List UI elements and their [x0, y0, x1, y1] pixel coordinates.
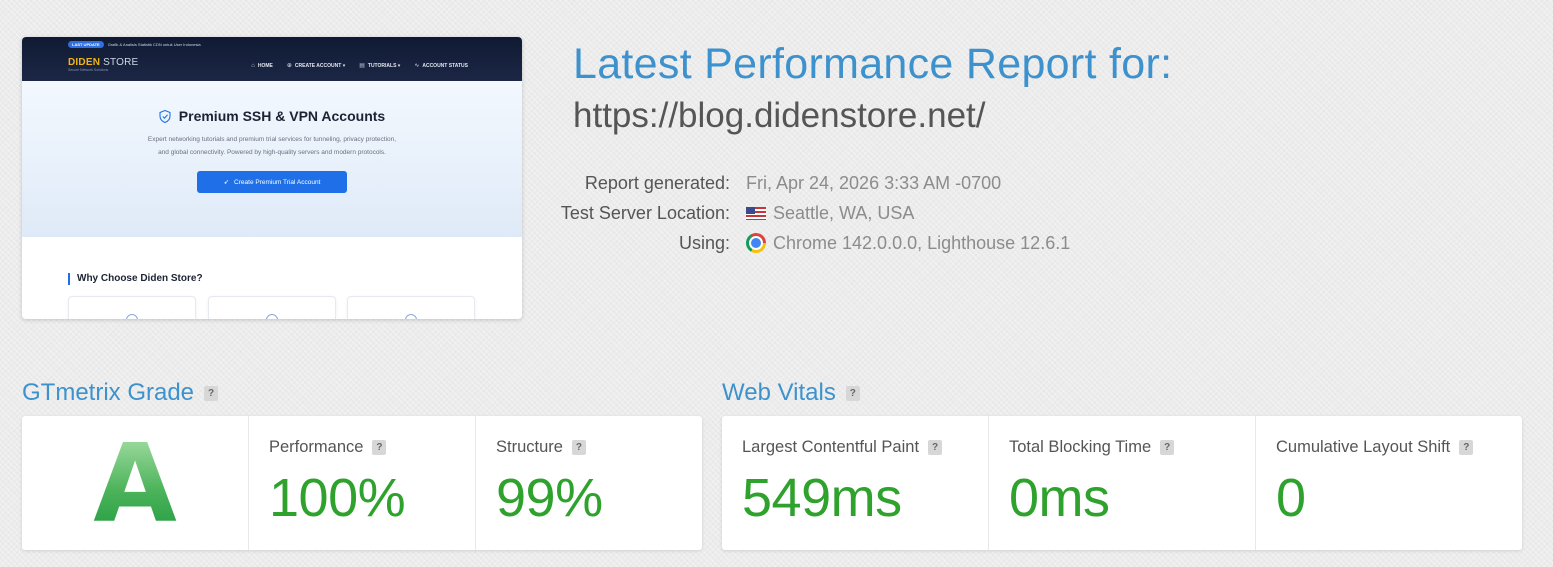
- plus-circle-icon: ⊕: [286, 63, 292, 69]
- site-screenshot: LAST UPDATE Grafik & Analisis Statistik …: [22, 37, 522, 319]
- meta-label: Report generated:: [584, 172, 730, 193]
- nav-item-account-status: ∿ ACCOUNT STATUS: [414, 62, 468, 70]
- tbt-value: 0ms: [1009, 468, 1110, 528]
- site-logo: DIDEN STORE Secure Network Solutions: [68, 57, 138, 72]
- generated-value: Fri, Apr 24, 2026 3:33 AM -0700: [746, 172, 1002, 193]
- meta-label: Using:: [678, 232, 730, 253]
- us-flag-icon: [746, 206, 766, 220]
- help-icon[interactable]: ?: [571, 440, 586, 455]
- feature-icon: [266, 314, 278, 319]
- meta-test-location: Test Server Location: Seattle, WA, USA: [560, 202, 914, 224]
- using-value: Chrome 142.0.0.0, Lighthouse 12.6.1: [773, 232, 1071, 253]
- report-url[interactable]: https://blog.didenstore.net/: [573, 96, 986, 136]
- performance-label: Performance ?: [269, 438, 387, 457]
- structure-cell: Structure ? 99%: [476, 416, 702, 550]
- feature-icon: [405, 314, 417, 319]
- help-icon[interactable]: ?: [928, 440, 943, 455]
- hero-description: Expert networking tutorials and premium …: [147, 136, 397, 156]
- why-choose-heading: Why Choose Diden Store?: [68, 273, 203, 285]
- grade-letter: A: [93, 422, 177, 547]
- metric-label-text: Cumulative Layout Shift: [1276, 438, 1451, 456]
- lcp-label: Largest Contentful Paint ?: [742, 438, 943, 457]
- section-title-text: Web Vitals: [722, 379, 836, 406]
- cls-label: Cumulative Layout Shift ?: [1276, 438, 1474, 457]
- hero-title: Premium SSH & VPN Accounts: [22, 108, 522, 124]
- web-vitals-heading: Web Vitals ?: [722, 379, 860, 407]
- location-value: Seattle, WA, USA: [773, 202, 915, 223]
- nav-label: CREATE ACCOUNT ▾: [294, 62, 346, 69]
- logo-main: DIDEN: [68, 57, 101, 68]
- meta-value: Chrome 142.0.0.0, Lighthouse 12.6.1: [746, 233, 1070, 254]
- help-icon[interactable]: ?: [372, 440, 387, 455]
- help-icon[interactable]: ?: [845, 385, 860, 401]
- lcp-value: 549ms: [742, 468, 902, 528]
- meta-using: Using: Chrome 142.0.0.0, Lighthouse 12.6…: [560, 232, 1070, 254]
- feature-card: [68, 296, 196, 319]
- book-icon: ▤: [359, 63, 365, 69]
- hero-title-text: Premium SSH & VPN Accounts: [178, 108, 386, 124]
- meta-label: Test Server Location:: [560, 202, 730, 223]
- help-icon[interactable]: ?: [1459, 440, 1474, 455]
- help-icon[interactable]: ?: [1160, 440, 1175, 455]
- metric-label-text: Total Blocking Time: [1009, 438, 1152, 456]
- structure-value: 99%: [496, 468, 603, 528]
- meta-value: Seattle, WA, USA: [746, 203, 914, 224]
- logo-subtitle: Secure Network Solutions: [68, 68, 109, 72]
- metric-label-text: Structure: [496, 438, 563, 456]
- create-trial-button: ➶ Create Premium Trial Account: [197, 171, 347, 193]
- nav-label: TUTORIALS ▾: [367, 62, 401, 69]
- meta-value: Fri, Apr 24, 2026 3:33 AM -0700: [746, 173, 1001, 194]
- section-title-text: GTmetrix Grade: [22, 379, 195, 406]
- cls-cell: Cumulative Layout Shift ? 0: [1256, 416, 1522, 550]
- announcement-bar: LAST UPDATE Grafik & Analisis Statistik …: [68, 41, 201, 48]
- nav-item-home: ⌂ HOME: [251, 62, 273, 69]
- chrome-icon: [746, 233, 766, 253]
- grade-cell: A: [22, 416, 249, 550]
- nav-item-tutorials: ▤ TUTORIALS ▾: [359, 62, 401, 70]
- meta-report-generated: Report generated: Fri, Apr 24, 2026 3:33…: [560, 172, 1001, 194]
- grade-card: A Performance ? 100% Structure ? 99%: [22, 416, 702, 550]
- metric-label-text: Largest Contentful Paint: [742, 438, 920, 456]
- rocket-icon: ➶: [223, 179, 230, 186]
- tbt-cell: Total Blocking Time ? 0ms: [989, 416, 1256, 550]
- web-vitals-card: Largest Contentful Paint ? 549ms Total B…: [722, 416, 1522, 550]
- pulse-icon: ∿: [414, 63, 420, 69]
- home-icon: ⌂: [251, 62, 255, 69]
- site-nav: ⌂ HOME ⊕ CREATE ACCOUNT ▾ ▤ TUTORIALS ▾ ∿ AC…: [251, 62, 468, 70]
- performance-value: 100%: [269, 468, 406, 528]
- nav-item-create-account: ⊕ CREATE ACCOUNT ▾: [286, 62, 346, 70]
- lcp-cell: Largest Contentful Paint ? 549ms: [722, 416, 989, 550]
- site-hero: Premium SSH & VPN Accounts Expert networ…: [22, 81, 522, 237]
- shield-check-icon: [159, 109, 171, 123]
- help-icon[interactable]: ?: [204, 385, 219, 401]
- feature-icon: [126, 314, 138, 319]
- announce-text: Grafik & Analisis Statistik CDN untuk Us…: [107, 42, 201, 47]
- site-header: LAST UPDATE Grafik & Analisis Statistik …: [22, 37, 522, 81]
- nav-label: ACCOUNT STATUS: [422, 62, 468, 69]
- logo-accent: STORE: [103, 57, 139, 68]
- nav-label: HOME: [257, 62, 273, 69]
- metric-label-text: Performance: [269, 438, 364, 456]
- hero-button-label: Create Premium Trial Account: [234, 178, 321, 186]
- feature-card: [208, 296, 336, 319]
- gtmetrix-grade-heading: GTmetrix Grade ?: [22, 379, 219, 407]
- cls-value: 0: [1276, 468, 1306, 528]
- tbt-label: Total Blocking Time ?: [1009, 438, 1175, 457]
- report-title: Latest Performance Report for:: [573, 40, 1173, 88]
- feature-card: [347, 296, 475, 319]
- announce-pill: LAST UPDATE: [68, 41, 104, 48]
- performance-cell: Performance ? 100%: [249, 416, 476, 550]
- structure-label: Structure ?: [496, 438, 586, 457]
